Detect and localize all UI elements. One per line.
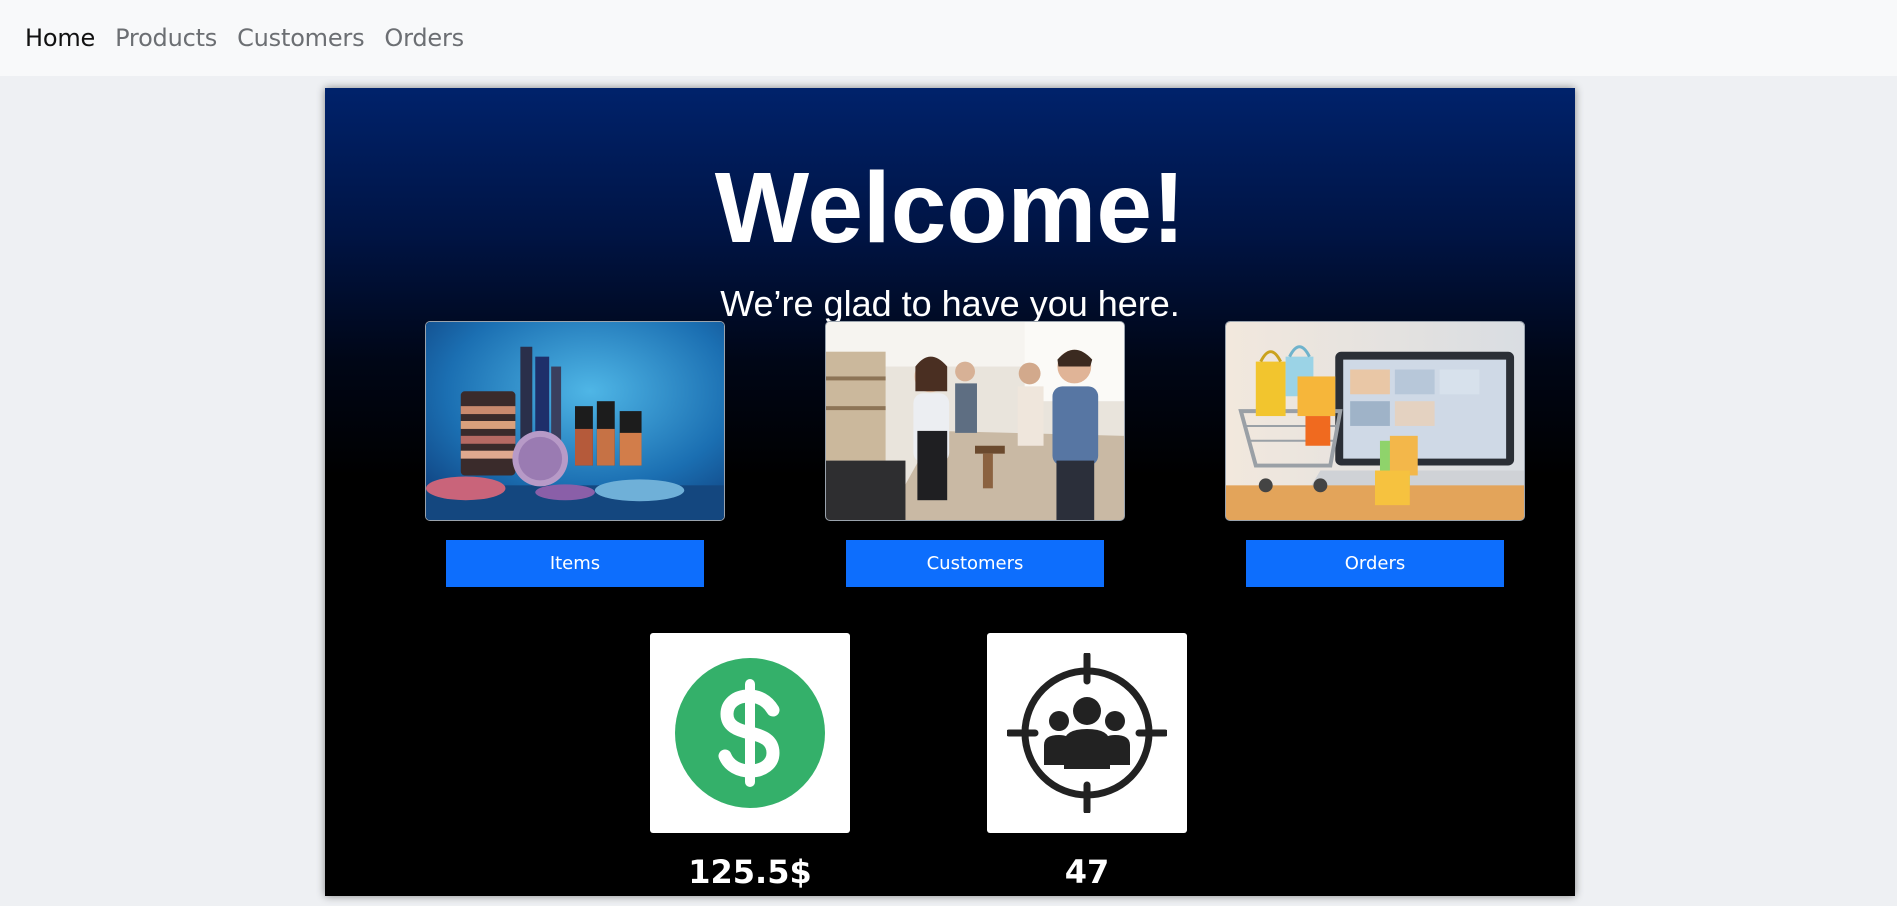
welcome-subtitle: We’re glad to have you here. bbox=[720, 283, 1180, 324]
orders-button[interactable]: Orders bbox=[1246, 540, 1504, 587]
items-button[interactable]: Items bbox=[446, 540, 704, 587]
customers-count-value: 47 bbox=[1064, 853, 1110, 891]
customers-at-counter-image bbox=[826, 322, 1124, 520]
customers-button[interactable]: Customers bbox=[846, 540, 1104, 587]
items-card-image bbox=[425, 321, 725, 521]
main-panel: Welcome! We’re glad to have you here. It… bbox=[325, 88, 1575, 896]
customers-card-image bbox=[825, 321, 1125, 521]
nav-link-products[interactable]: Products bbox=[115, 24, 217, 52]
revenue-value: 125.5$ bbox=[688, 853, 812, 891]
welcome-title: Welcome! bbox=[714, 152, 1186, 264]
customers-stat-tile bbox=[987, 633, 1187, 833]
dollar-icon bbox=[675, 658, 825, 808]
nav-link-home[interactable]: Home bbox=[25, 24, 95, 52]
nav-link-orders[interactable]: Orders bbox=[384, 24, 464, 52]
cosmetics-products-image bbox=[426, 322, 724, 520]
shopping-cart-laptop-image bbox=[1226, 322, 1524, 520]
target-customers-icon bbox=[1007, 653, 1167, 813]
revenue-stat-tile bbox=[650, 633, 850, 833]
nav-link-customers[interactable]: Customers bbox=[237, 24, 364, 52]
top-navbar: Home Products Customers Orders bbox=[0, 0, 1897, 76]
orders-card-image bbox=[1225, 321, 1525, 521]
